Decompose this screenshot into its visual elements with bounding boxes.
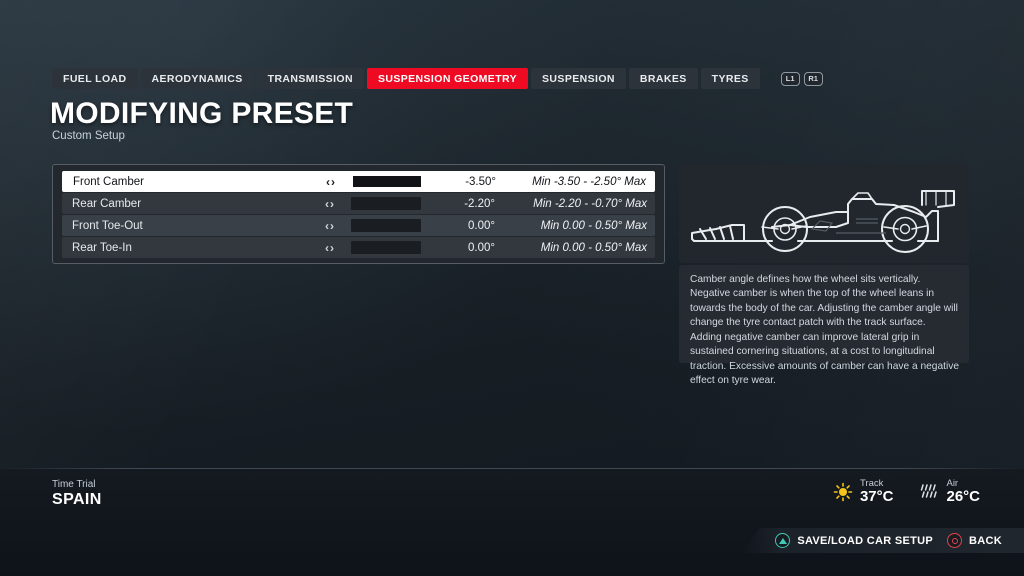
back-label: BACK [969,534,1002,547]
chevron-right-icon[interactable]: › [330,220,334,232]
footer-divider [0,468,1024,469]
chevron-right-icon[interactable]: › [330,198,334,210]
parameter-label: Rear Toe-In [72,241,132,254]
setup-parameter-panel: Front Camber ‹ › -3.50° Min -3.50 - -2.5… [52,164,665,264]
sun-icon [833,483,853,502]
parameter-label: Rear Camber [72,197,142,210]
page-subtitle: Custom Setup [52,130,125,142]
chevron-left-icon[interactable]: ‹ [326,176,330,188]
parameter-value: -3.50° [465,175,496,188]
weather-info: Track 37°C Air 26°C [833,478,980,506]
tab-transmission[interactable]: TRANSMISSION [256,68,364,89]
table-row[interactable]: Rear Camber ‹ › -2.20° Min -2.20 - -0.70… [62,193,655,214]
parameter-value: 0.00° [468,241,495,254]
session-info: Time Trial SPAIN [52,479,102,509]
back-button[interactable]: BACK [947,533,1002,548]
parameter-slider[interactable] [351,197,421,210]
chevron-left-icon[interactable]: ‹ [325,220,329,232]
tab-suspension[interactable]: SUSPENSION [531,68,626,89]
tab-tyres[interactable]: TYRES [700,68,760,89]
l1-bumper-icon[interactable]: L1 [780,71,800,86]
parameter-range: Min 0.00 - 0.50° Max [540,219,647,232]
tab-brakes[interactable]: BRAKES [628,68,698,89]
chevron-right-icon[interactable]: › [331,176,335,188]
parameter-range: Min 0.00 - 0.50° Max [540,241,647,254]
chevron-right-icon[interactable]: › [330,242,334,254]
parameter-stepper[interactable]: ‹ › [325,198,347,210]
rain-icon [921,484,938,499]
air-temp-value: 26°C [946,488,980,506]
tab-aerodynamics[interactable]: AERODYNAMICS [140,68,254,89]
parameter-value: -2.20° [464,197,495,210]
track-temp-value: 37°C [859,488,894,506]
save-load-car-setup-button[interactable]: SAVE/LOAD CAR SETUP [775,533,933,548]
table-row[interactable]: Front Camber ‹ › -3.50° Min -3.50 - -2.5… [62,171,655,192]
button-prompt-bar: SAVE/LOAD CAR SETUP BACK [741,528,1024,553]
tab-fuel-load[interactable]: FUEL LOAD [52,68,138,89]
session-type: Time Trial [52,479,96,490]
description-text: Camber angle defines how the wheel sits … [690,274,959,387]
table-row[interactable]: Rear Toe-In ‹ › 0.00° Min 0.00 - 0.50° M… [62,237,655,258]
chevron-left-icon[interactable]: ‹ [325,242,329,254]
track-temperature: Track 37°C [833,478,894,506]
parameter-description-panel: Camber angle defines how the wheel sits … [679,265,969,386]
parameter-slider[interactable] [352,175,422,188]
session-track-name: SPAIN [52,491,102,508]
category-tab-bar: FUEL LOAD AERODYNAMICS TRANSMISSION SUSP… [52,68,823,89]
air-temperature: Air 26°C [919,478,980,506]
parameter-label: Front Toe-Out [72,219,143,232]
parameter-slider[interactable] [351,219,421,232]
parameter-stepper[interactable]: ‹ › [325,220,347,232]
parameter-value: 0.00° [468,219,495,232]
save-load-label: SAVE/LOAD CAR SETUP [797,534,934,547]
triangle-button-icon [775,533,791,548]
parameter-range: Min -2.20 - -0.70° Max [533,197,647,210]
parameter-range: Min -3.50 - -2.50° Max [532,175,646,188]
f1-car-side-profile-icon [691,189,955,253]
car-preview-panel [679,164,969,263]
parameter-stepper[interactable]: ‹ › [326,176,348,188]
parameter-slider[interactable] [351,241,421,254]
table-row[interactable]: Front Toe-Out ‹ › 0.00° Min 0.00 - 0.50°… [62,215,655,236]
chevron-left-icon[interactable]: ‹ [325,198,329,210]
circle-button-icon [947,533,963,548]
setup-screen: FUEL LOAD AERODYNAMICS TRANSMISSION SUSP… [0,0,1024,576]
bumper-hints: L1 R1 [780,71,823,86]
parameter-stepper[interactable]: ‹ › [325,242,347,254]
page-title: MODIFYING PRESET [50,97,354,130]
parameter-label: Front Camber [73,175,144,188]
tab-suspension-geometry[interactable]: SUSPENSION GEOMETRY [366,68,529,89]
r1-bumper-icon[interactable]: R1 [803,71,823,86]
